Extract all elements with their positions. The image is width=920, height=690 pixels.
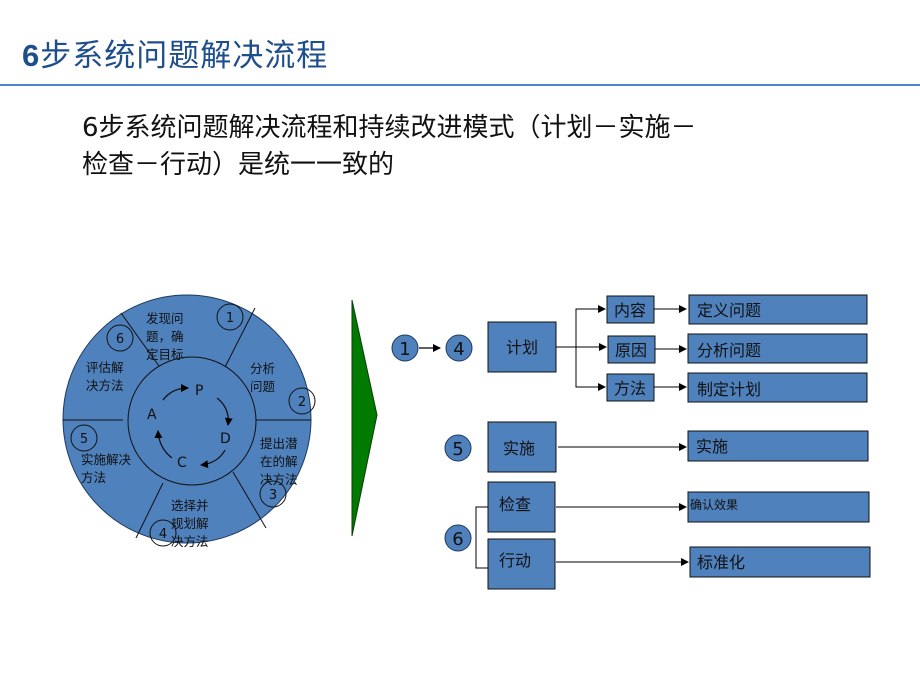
plan-label: 计划 xyxy=(506,338,538,357)
segment-1-line-2: 题，确 xyxy=(146,329,184,344)
do-label: 实施 xyxy=(503,439,535,458)
check-label: 检查 xyxy=(499,495,531,514)
segment-2-line-2: 问题 xyxy=(250,379,276,394)
svg-text:制定计划: 制定计划 xyxy=(697,380,761,399)
segment-6-line-2: 决方法 xyxy=(86,378,124,393)
green-arrow-icon xyxy=(351,299,378,537)
pdca-c: C xyxy=(177,455,187,471)
segment-3-line-2: 在的解 xyxy=(260,454,298,469)
segment-5-line-2: 方法 xyxy=(81,470,106,485)
diagram-canvas: P D C A 1 2 3 4 5 6 发现问 题，确 定目标 分析 问题 提出… xyxy=(62,294,871,590)
pdca-wheel: P D C A 1 2 3 4 5 6 发现问 题，确 定目标 分析 问题 提出… xyxy=(62,294,316,549)
svg-text:分析问题: 分析问题 xyxy=(697,341,761,360)
svg-text:1: 1 xyxy=(226,311,234,326)
svg-text:确认效果: 确认效果 xyxy=(690,497,738,512)
segment-1-line-1: 发现问 xyxy=(146,311,184,326)
svg-text:6: 6 xyxy=(116,332,124,347)
svg-text:5: 5 xyxy=(452,439,463,460)
branch-arrow-content xyxy=(575,305,606,347)
svg-text:4: 4 xyxy=(453,339,464,360)
segment-4-line-1: 选择并 xyxy=(171,498,209,513)
bracket-connector xyxy=(475,506,488,569)
svg-text:原因: 原因 xyxy=(615,341,647,360)
pdca-p: P xyxy=(195,383,203,399)
svg-text:4: 4 xyxy=(159,527,167,542)
svg-text:5: 5 xyxy=(80,432,88,447)
act-label: 行动 xyxy=(499,551,531,570)
svg-text:方法: 方法 xyxy=(614,379,646,398)
svg-text:实施: 实施 xyxy=(696,437,728,456)
svg-text:6: 6 xyxy=(452,529,463,550)
svg-text:3: 3 xyxy=(269,488,277,503)
do-section: 5 实施 实施 xyxy=(444,421,869,473)
check-act-section: 6 检查 行动 确认效果 标准化 xyxy=(444,481,871,590)
segment-2-line-1: 分析 xyxy=(250,361,275,376)
svg-text:内容: 内容 xyxy=(614,301,646,320)
svg-text:1: 1 xyxy=(399,339,410,360)
svg-text:2: 2 xyxy=(298,395,306,410)
pdca-d: D xyxy=(220,431,231,447)
svg-text:标准化: 标准化 xyxy=(697,553,745,572)
svg-text:定义问题: 定义问题 xyxy=(697,301,761,320)
segment-6-line-1: 评估解 xyxy=(86,360,124,375)
segment-4-line-3: 决方法 xyxy=(171,534,209,549)
segment-5-line-1: 实施解决 xyxy=(81,452,132,467)
segment-1-line-3: 定目标 xyxy=(146,347,184,362)
branch-arrow-method xyxy=(575,347,606,391)
segment-4-line-2: 规划解 xyxy=(171,516,209,531)
segment-3-line-1: 提出潜 xyxy=(260,436,298,451)
segment-3-line-3: 决方法 xyxy=(260,472,298,487)
pdca-a: A xyxy=(147,407,157,423)
plan-section: 1 4 计划 内容 原因 方法 定义问题 分析问题 制定计划 xyxy=(391,294,868,403)
